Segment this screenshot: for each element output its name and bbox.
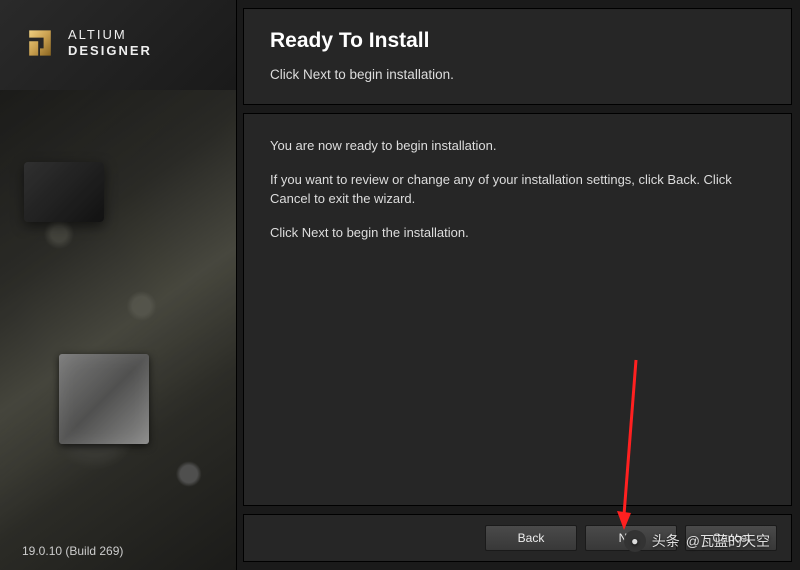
brand-text: ALTIUM DESIGNER (68, 27, 152, 58)
brand-logo-area: ALTIUM DESIGNER (0, 0, 236, 86)
watermark-icon: ● (624, 530, 646, 552)
brand-line2: DESIGNER (68, 43, 152, 59)
back-button[interactable]: Back (485, 525, 577, 551)
page-title: Ready To Install (270, 29, 765, 53)
brand-line1: ALTIUM (68, 27, 152, 43)
body-paragraph-3: Click Next to begin the installation. (270, 223, 765, 243)
watermark-prefix: 头条 (652, 531, 680, 551)
page-subtitle: Click Next to begin installation. (270, 67, 765, 82)
watermark: ● 头条 @瓦蓝的天空 (624, 530, 770, 552)
main-content: Ready To Install Click Next to begin ins… (237, 0, 800, 570)
body-paragraph-2: If you want to review or change any of y… (270, 170, 765, 209)
left-sidebar: ALTIUM DESIGNER 19.0.10 (Build 269) (0, 0, 237, 570)
body-panel: You are now ready to begin installation.… (243, 113, 792, 506)
motherboard-background-image (0, 90, 236, 570)
watermark-text: @瓦蓝的天空 (686, 531, 770, 551)
altium-logo-icon (22, 25, 58, 61)
version-label: 19.0.10 (Build 269) (22, 544, 123, 558)
header-panel: Ready To Install Click Next to begin ins… (243, 8, 792, 105)
body-paragraph-1: You are now ready to begin installation. (270, 136, 765, 156)
